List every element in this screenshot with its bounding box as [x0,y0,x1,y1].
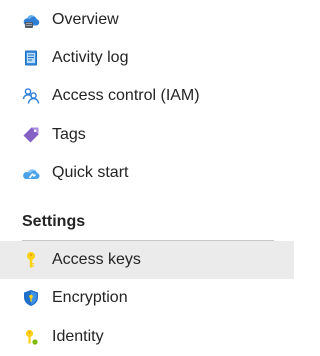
identity-icon [22,328,40,346]
menu-item-label: Quick start [52,163,128,183]
people-icon [22,87,40,105]
menu-item-activity-log[interactable]: Activity log [0,39,294,78]
menu-item-tags[interactable]: Tags [0,116,294,155]
overview-cloud-icon [22,11,40,29]
menu-item-label: Identity [52,327,104,347]
menu-item-identity[interactable]: Identity [0,318,294,356]
menu-item-label: Overview [52,10,119,30]
shield-icon [22,289,40,307]
settings-section-header: Settings [0,193,294,241]
menu-item-label: Encryption [52,288,128,308]
menu-item-quick-start[interactable]: Quick start [0,154,294,193]
menu-item-label: Activity log [52,48,128,68]
menu-item-overview[interactable]: Overview [0,1,294,40]
menu-item-label: Access control (IAM) [52,86,200,106]
menu-item-access-control[interactable]: Access control (IAM) [0,77,294,116]
resource-menu: Overview Activity log Access control (IA [0,0,294,356]
menu-item-access-keys[interactable]: Access keys [0,241,294,280]
menu-item-encryption[interactable]: Encryption [0,279,294,318]
tag-icon [22,126,40,144]
activity-log-icon [22,49,40,67]
key-icon [22,251,40,269]
menu-item-label: Access keys [52,250,141,270]
menu-item-label: Tags [52,125,86,145]
quick-start-cloud-icon [22,164,40,182]
section-title: Settings [22,212,85,232]
